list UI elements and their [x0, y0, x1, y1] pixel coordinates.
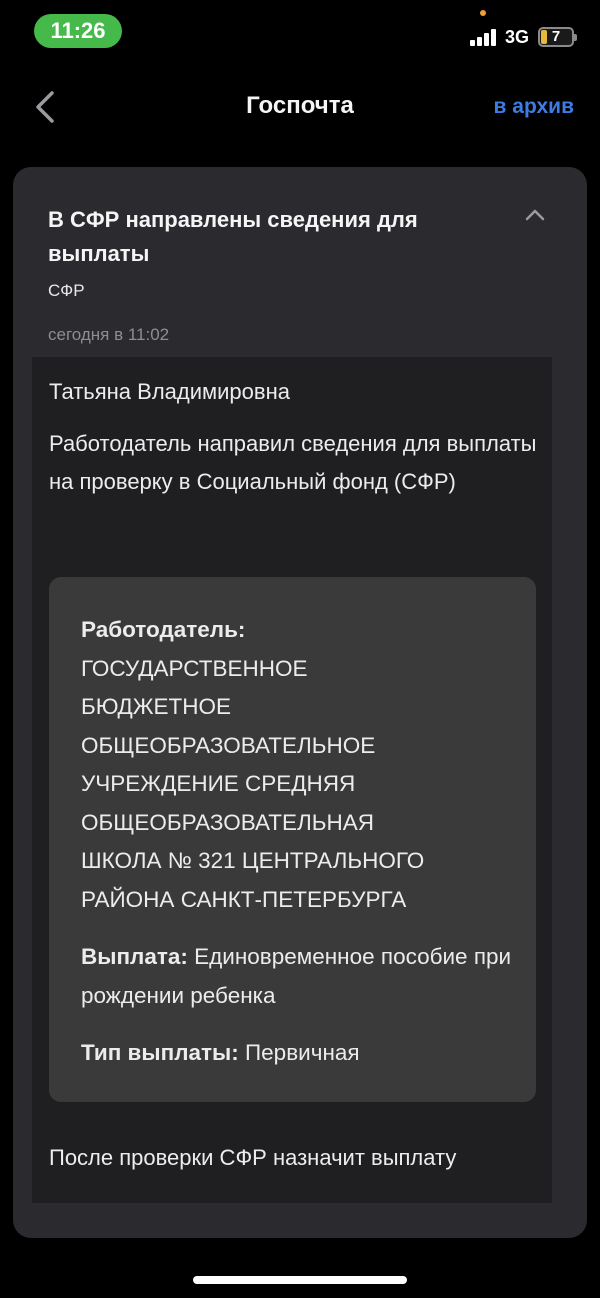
- status-bar: 11:26 3G 7: [0, 0, 600, 62]
- battery-icon: 7: [538, 27, 577, 47]
- status-time: 11:26: [34, 14, 122, 48]
- signal-icon: [470, 28, 498, 46]
- privacy-indicator-dot: [480, 10, 486, 16]
- message-card: В СФР направлены сведения для выплаты СФ…: [13, 167, 587, 1238]
- message-date: сегодня в 11:02: [48, 325, 170, 344]
- payment-label: Выплата:: [81, 944, 188, 969]
- lead-text: Работодатель направил сведения для выпла…: [49, 431, 537, 494]
- message-sender: СФР: [48, 281, 85, 300]
- message-title: В СФР направлены сведения для выплаты: [48, 207, 418, 266]
- payment-type-label: Тип выплаты:: [81, 1040, 239, 1065]
- employer-label: Работодатель:: [81, 617, 246, 642]
- message-body: Татьяна Владимировна Работодатель направ…: [32, 357, 552, 1203]
- employer-name: ГОСУДАРСТВЕННОЕ БЮДЖЕТНОЕ ОБЩЕОБРАЗОВАТЕ…: [81, 655, 425, 912]
- nav-bar: Госпочта в архив: [0, 78, 600, 136]
- home-indicator[interactable]: [193, 1276, 407, 1284]
- chevron-up-icon[interactable]: [523, 207, 547, 223]
- greeting: Татьяна Владимировна: [49, 379, 290, 404]
- battery-level: 7: [551, 28, 561, 45]
- archive-button[interactable]: в архив: [494, 95, 574, 119]
- network-type: 3G: [505, 27, 530, 47]
- payment-row: Выплата: Единовременное пособие при рожд…: [81, 938, 516, 1015]
- payment-type-row: Тип выплаты: Первичная: [81, 1034, 516, 1073]
- payment-details-box: Работодатель: ГОСУДАРСТВЕННОЕ БЮДЖЕТНОЕ …: [49, 577, 536, 1102]
- payment-type-value: Первичная: [245, 1040, 360, 1065]
- screen: 11:26 3G 7 Госпочта в архив В СФР направ…: [0, 0, 600, 1298]
- footer-text: После проверки СФР назначит выплату: [49, 1145, 457, 1170]
